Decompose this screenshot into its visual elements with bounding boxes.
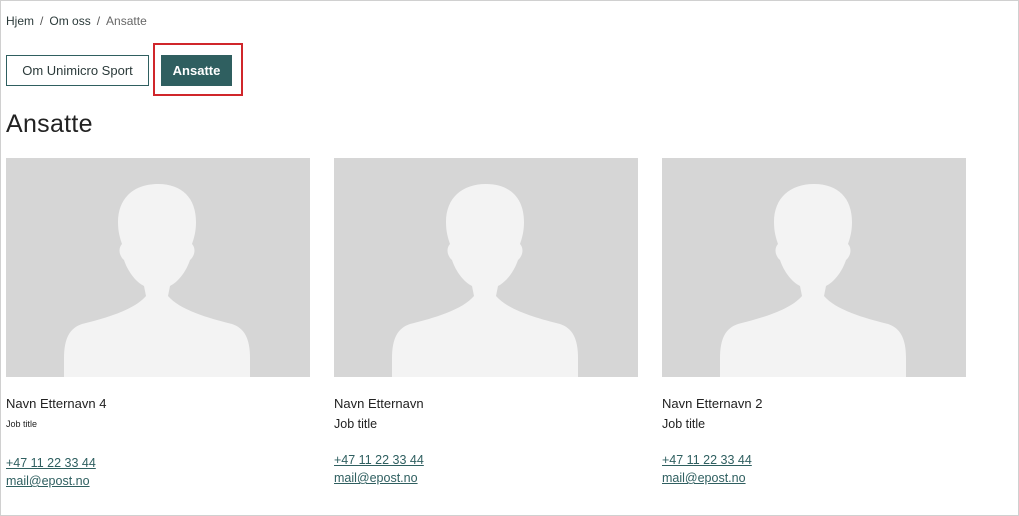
avatar-placeholder bbox=[662, 158, 966, 377]
employee-card: Navn Etternavn Job title +47 11 22 33 44… bbox=[334, 158, 638, 485]
employee-phone-link[interactable]: +47 11 22 33 44 bbox=[662, 453, 752, 467]
employee-email-link[interactable]: mail@epost.no bbox=[334, 471, 418, 485]
employee-phone-link[interactable]: +47 11 22 33 44 bbox=[6, 456, 96, 470]
person-silhouette-icon bbox=[720, 184, 906, 377]
employee-email-link[interactable]: mail@epost.no bbox=[662, 471, 746, 485]
breadcrumb-separator: / bbox=[40, 14, 44, 28]
employee-name: Navn Etternavn bbox=[334, 396, 424, 411]
avatar-placeholder bbox=[334, 158, 638, 377]
breadcrumb-home-link[interactable]: Hjem bbox=[6, 14, 34, 28]
breadcrumb: Hjem / Om oss / Ansatte bbox=[6, 14, 147, 28]
employee-email-link[interactable]: mail@epost.no bbox=[6, 474, 90, 488]
breadcrumb-about-link[interactable]: Om oss bbox=[49, 14, 90, 28]
employee-job-title: Job title bbox=[662, 417, 706, 431]
tab-om-unimicro-sport[interactable]: Om Unimicro Sport bbox=[6, 55, 149, 86]
employee-phone-link[interactable]: +47 11 22 33 44 bbox=[334, 453, 424, 467]
breadcrumb-current: Ansatte bbox=[106, 14, 147, 28]
page-title: Ansatte bbox=[6, 110, 93, 138]
breadcrumb-separator: / bbox=[96, 14, 101, 28]
employee-card: Navn Etternavn 2 Job title +47 11 22 33 … bbox=[662, 158, 966, 485]
employee-job-title: Job title bbox=[6, 419, 38, 429]
employee-name: Navn Etternavn 4 bbox=[6, 396, 107, 411]
avatar-placeholder bbox=[6, 158, 310, 377]
selection-highlight bbox=[153, 43, 243, 96]
person-silhouette-icon bbox=[392, 184, 578, 377]
employee-job-title: Job title bbox=[334, 417, 378, 431]
employee-name: Navn Etternavn 2 bbox=[662, 396, 763, 411]
person-silhouette-icon bbox=[64, 184, 250, 377]
employee-card: Navn Etternavn 4 Job title +47 11 22 33 … bbox=[6, 158, 310, 488]
